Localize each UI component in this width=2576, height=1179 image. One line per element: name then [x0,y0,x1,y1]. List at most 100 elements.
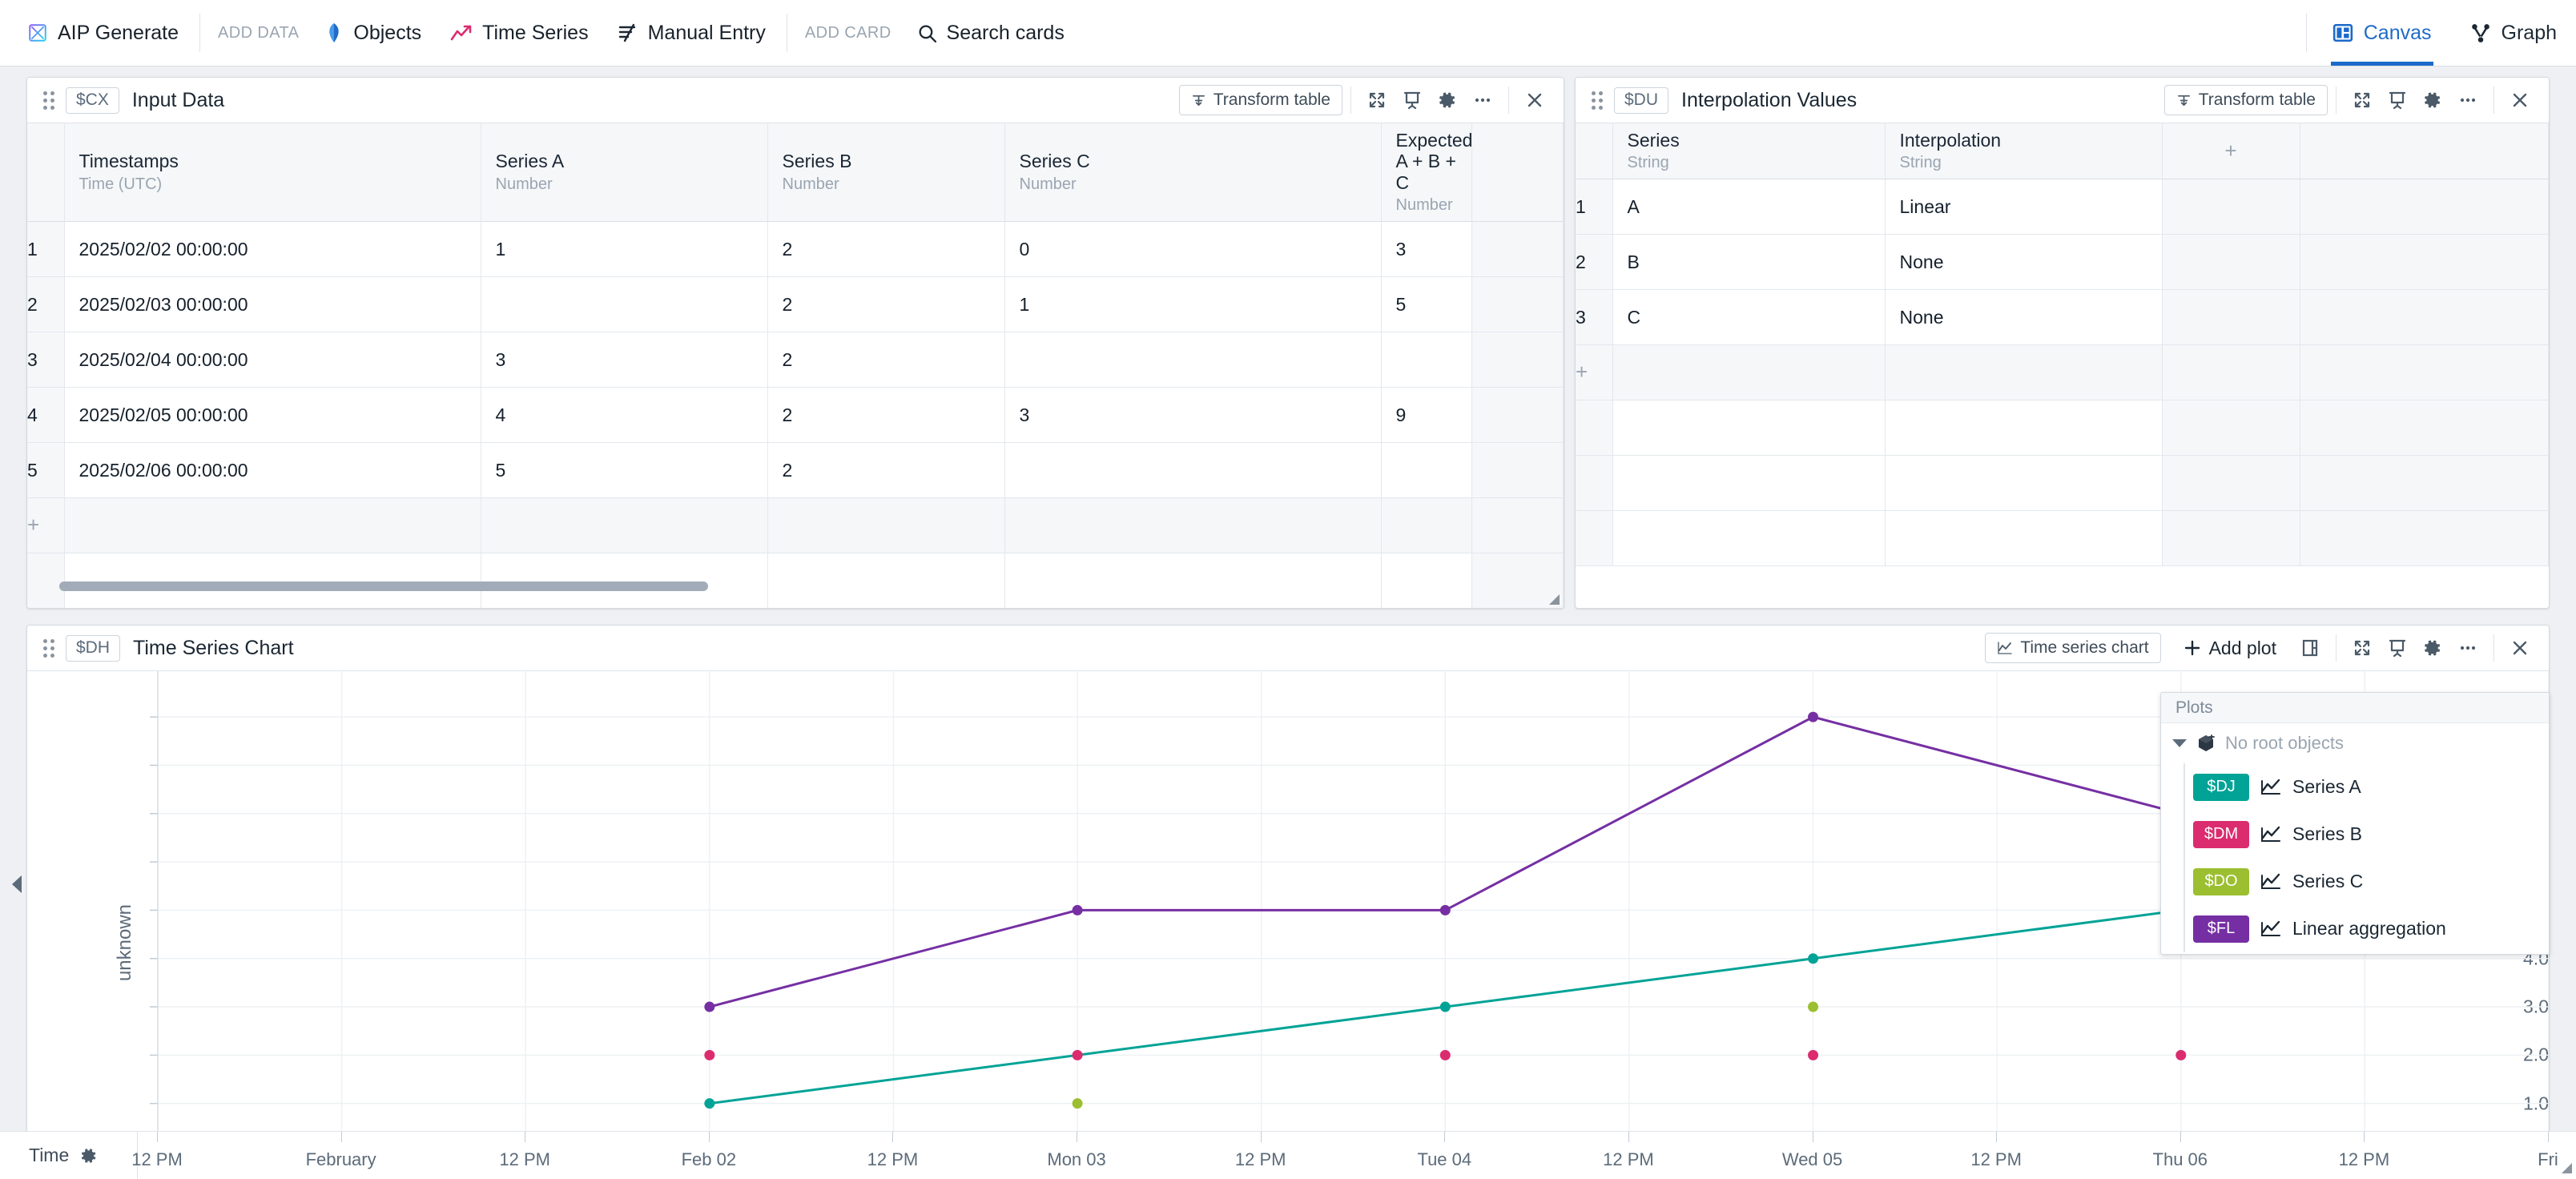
column-header[interactable]: Timestamps Time (UTC) [64,123,481,223]
cell-series-c[interactable]: 1 [1004,276,1382,333]
transform-table-button[interactable]: Transform table [1178,85,1342,115]
horizontal-scrollbar[interactable] [59,581,708,591]
plot-item-series-a[interactable]: $DJ Series A [2161,763,2549,811]
series-point[interactable] [1072,1049,1083,1060]
cell-timestamp[interactable]: 2025/02/05 00:00:00 [64,387,481,444]
cell-series-b[interactable]: 2 [767,221,1005,278]
cell-series[interactable]: C [1612,289,1886,346]
table-row[interactable]: 2 B None [1576,234,2549,291]
table-row[interactable]: 4 2025/02/05 00:00:00 4 2 3 9 [27,387,1564,444]
card-resize-handle[interactable] [1544,590,1562,607]
series-point[interactable] [1072,1098,1083,1109]
series-point[interactable] [2176,1049,2187,1060]
time-series-button[interactable]: Time Series [436,0,602,66]
cell-series-c[interactable]: 3 [1004,387,1382,444]
add-row[interactable]: + [1576,344,2549,401]
more-options-icon[interactable] [2450,630,2485,666]
plot-rid-badge[interactable]: $DO [2193,867,2249,895]
plots-root-row[interactable]: No root objects [2161,723,2549,763]
table-row[interactable]: 1 2025/02/02 00:00:00 1 2 0 3 [27,221,1564,278]
tab-graph[interactable]: Graph [2451,0,2576,66]
cell-series[interactable]: A [1612,179,1886,235]
card-rid-badge[interactable]: $DH [66,634,121,662]
series-point[interactable] [1808,953,1819,964]
cell-interpolation[interactable]: None [1885,234,2163,291]
cell-series-a[interactable]: 1 [481,221,768,278]
series-point[interactable] [1808,1001,1819,1012]
cell-series-a[interactable]: 3 [481,332,768,388]
series-point[interactable] [704,1001,715,1012]
gear-icon[interactable] [2415,82,2450,118]
add-row[interactable]: + [27,497,1564,554]
series-point[interactable] [1439,1001,1451,1012]
cell-timestamp[interactable]: 2025/02/03 00:00:00 [64,276,481,333]
more-options-icon[interactable] [1465,82,1500,118]
presentation-icon[interactable] [2380,82,2415,118]
gear-icon[interactable] [1430,82,1465,118]
add-row-button[interactable]: + [1576,344,1613,401]
cell-series-b[interactable]: 2 [767,276,1005,333]
cell-expected[interactable]: 9 [1381,387,1473,444]
expand-icon[interactable] [2345,630,2380,666]
close-icon[interactable] [2502,82,2538,118]
expand-icon[interactable] [2345,82,2380,118]
drag-handle-icon[interactable] [43,90,56,111]
drag-handle-icon[interactable] [43,638,56,658]
table-row[interactable]: 2 2025/02/03 00:00:00 2 1 5 [27,276,1564,333]
table-row[interactable]: 3 C None [1576,289,2549,346]
series-point[interactable] [1808,711,1819,722]
toggle-side-panel-icon[interactable] [2292,630,2328,666]
add-column-button[interactable]: + [2162,123,2300,180]
cell-series[interactable]: B [1612,234,1886,291]
aip-generate-button[interactable]: AIP Generate [0,0,193,66]
collapse-left-chevron-icon[interactable] [12,875,22,893]
chevron-down-icon[interactable] [2172,739,2187,747]
column-header[interactable]: Series A Number [481,123,768,223]
cell-interpolation[interactable]: None [1885,289,2163,346]
cell-series-a[interactable]: 5 [481,442,768,499]
series-point[interactable] [1439,904,1451,915]
cell-series-a[interactable]: 4 [481,387,768,444]
cell-series-c[interactable]: 0 [1004,221,1382,278]
plot-rid-badge[interactable]: $DJ [2193,773,2249,801]
cell-expected[interactable]: 5 [1381,276,1473,333]
plot-item-series-c[interactable]: $DO Series C [2161,858,2549,905]
search-cards-button[interactable]: Search cards [903,0,1079,66]
cell-timestamp[interactable]: 2025/02/02 00:00:00 [64,221,481,278]
cell-timestamp[interactable]: 2025/02/04 00:00:00 [64,332,481,388]
add-row-button[interactable]: + [27,497,65,554]
expand-icon[interactable] [1359,82,1395,118]
tab-canvas[interactable]: Canvas [2313,0,2451,66]
series-point[interactable] [1808,1049,1819,1060]
table-row[interactable]: 5 2025/02/06 00:00:00 5 2 [27,442,1564,499]
time-axis-control[interactable]: Time [0,1132,138,1179]
drag-handle-icon[interactable] [1592,90,1604,111]
cell-series-b[interactable]: 2 [767,332,1005,388]
column-header[interactable]: Interpolation String [1885,123,2163,180]
series-point[interactable] [704,1098,715,1109]
gear-icon[interactable] [80,1147,98,1165]
column-header[interactable]: Series B Number [767,123,1005,223]
column-header[interactable]: Series C Number [1004,123,1382,223]
plot-rid-badge[interactable]: $FL [2193,915,2249,943]
presentation-icon[interactable] [1395,82,1430,118]
cell-series-b[interactable]: 2 [767,442,1005,499]
transform-table-button[interactable]: Transform table [2163,85,2328,115]
chart-resize-handle[interactable] [2557,1158,2574,1176]
add-plot-button[interactable]: Add plot [2174,633,2286,664]
close-icon[interactable] [2502,630,2538,666]
cell-timestamp[interactable]: 2025/02/06 00:00:00 [64,442,481,499]
cell-expected[interactable] [1381,442,1473,499]
close-icon[interactable] [1517,82,1552,118]
series-point[interactable] [704,1049,715,1060]
cell-series-c[interactable] [1004,332,1382,388]
cell-series-a[interactable] [481,276,768,333]
plot-item-series-b[interactable]: $DM Series B [2161,811,2549,858]
card-rid-badge[interactable]: $CX [66,87,119,114]
plot-rid-badge[interactable]: $DM [2193,820,2249,848]
series-point[interactable] [1072,904,1083,915]
gear-icon[interactable] [2415,630,2450,666]
column-header[interactable]: Series String [1612,123,1886,180]
cell-interpolation[interactable]: Linear [1885,179,2163,235]
objects-button[interactable]: Objects [310,0,436,66]
